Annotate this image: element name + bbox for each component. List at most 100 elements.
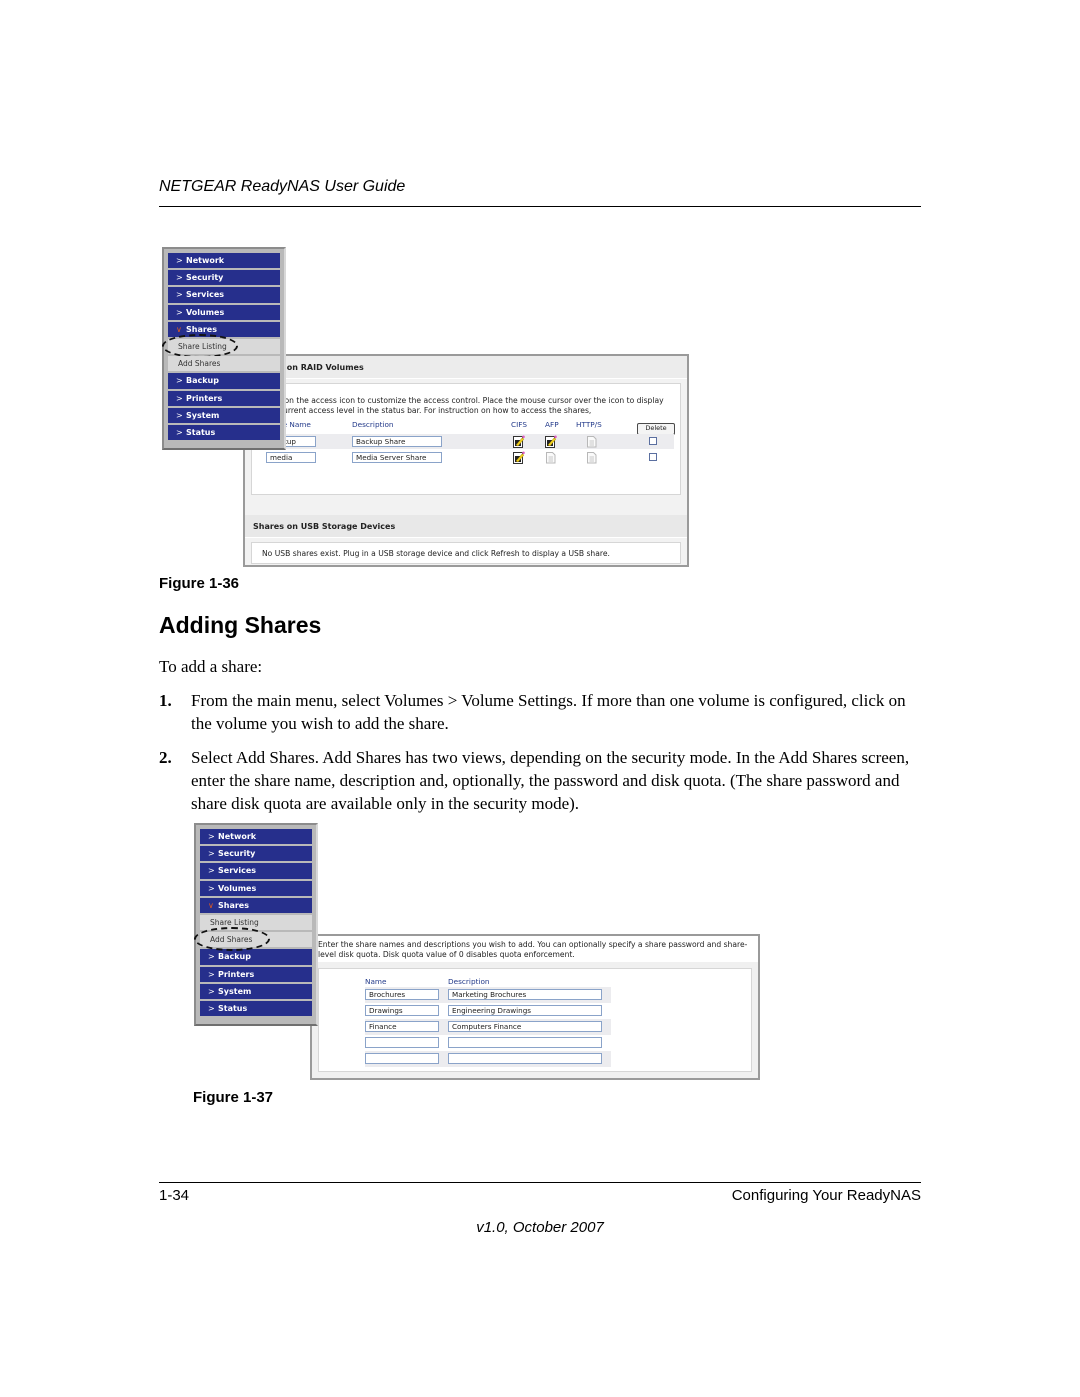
cifs-access-icon[interactable] xyxy=(513,451,525,464)
afp-access-icon[interactable] xyxy=(545,451,557,464)
chevron-right-icon: > xyxy=(176,410,183,420)
share-name-input[interactable]: Brochures xyxy=(365,989,439,1000)
chevron-right-icon: > xyxy=(176,393,183,403)
chevron-right-icon: > xyxy=(176,256,183,266)
table-row: media Media Server Share xyxy=(264,450,674,465)
add-shares-intro: Enter the share names and descriptions y… xyxy=(312,936,758,962)
chevron-right-icon: > xyxy=(176,427,183,437)
nav-item-network[interactable]: > Network xyxy=(200,829,312,845)
chevron-down-icon: ∨ xyxy=(176,324,182,334)
share-description-input[interactable] xyxy=(448,1037,602,1048)
usb-empty-message: No USB shares exist. Plug in a USB stora… xyxy=(251,542,681,564)
share-name-input[interactable]: Finance xyxy=(365,1021,439,1032)
nav-label: Printers xyxy=(186,393,223,403)
section-heading: Adding Shares xyxy=(159,612,322,638)
nav-item-volumes[interactable]: > Volumes xyxy=(200,880,312,896)
col-afp: AFP xyxy=(545,420,559,429)
col-description: Description xyxy=(448,977,490,986)
table-row xyxy=(365,1035,611,1051)
nav-item-status[interactable]: > Status xyxy=(168,424,280,441)
col-https: HTTP/S xyxy=(576,420,602,429)
chevron-right-icon: > xyxy=(208,832,215,842)
nav-item-system[interactable]: > System xyxy=(200,983,312,999)
nav-item-security[interactable]: > Security xyxy=(168,270,280,286)
col-cifs: CIFS xyxy=(511,420,527,429)
raid-intro-text: Click on the access icon to customize th… xyxy=(264,396,664,415)
chevron-right-icon: > xyxy=(208,986,215,996)
nav-label: Backup xyxy=(186,376,219,386)
nav-label: Volumes xyxy=(218,883,257,893)
nav-item-volumes[interactable]: > Volumes xyxy=(168,304,280,320)
nav-label: System xyxy=(186,410,220,420)
nav-item-shares[interactable]: ∨ Shares xyxy=(168,321,280,337)
nav-label: Shares xyxy=(186,324,217,334)
nav-label: Share Listing xyxy=(178,342,227,352)
nav-item-printers[interactable]: > Printers xyxy=(168,390,280,406)
table-row: Finance Computers Finance xyxy=(365,1019,611,1035)
chevron-right-icon: > xyxy=(176,290,183,300)
nav-item-security[interactable]: > Security xyxy=(200,846,312,862)
share-name-input[interactable] xyxy=(365,1053,439,1064)
share-name-input[interactable] xyxy=(365,1037,439,1048)
cifs-access-icon[interactable] xyxy=(513,435,525,448)
step-text: From the main menu, select Volumes > Vol… xyxy=(191,691,906,733)
nav-item-printers[interactable]: > Printers xyxy=(200,966,312,982)
step-number: 1. xyxy=(159,691,172,710)
afp-access-icon[interactable] xyxy=(545,435,557,448)
nav-label: Shares xyxy=(218,900,249,910)
chevron-right-icon: > xyxy=(208,1003,215,1013)
chevron-right-icon: > xyxy=(176,376,183,386)
nav-label: Volumes xyxy=(186,307,225,317)
https-access-icon[interactable] xyxy=(586,435,598,448)
nav-sub-add-shares[interactable]: Add Shares xyxy=(194,927,312,952)
step-2: 2. Select Add Shares. Add Shares has two… xyxy=(159,746,924,815)
nav-item-services[interactable]: > Services xyxy=(200,863,312,879)
https-access-icon[interactable] xyxy=(586,451,598,464)
nav-label: Network xyxy=(186,256,225,266)
nav-item-status[interactable]: > Status xyxy=(200,1000,312,1017)
step-number: 2. xyxy=(159,748,172,767)
share-listing-panel: Shares on RAID Volumes Click on the acce… xyxy=(243,354,689,567)
share-name-field[interactable]: media xyxy=(266,452,316,463)
share-description-input[interactable]: Computers Finance xyxy=(448,1021,602,1032)
raid-shares-box: Click on the access icon to customize th… xyxy=(251,383,681,495)
delete-checkbox[interactable] xyxy=(649,437,657,445)
table-row xyxy=(365,1051,611,1067)
table-row: Drawings Engineering Drawings xyxy=(365,1003,611,1019)
main-nav: > Network > Security > Services > Volumes ∨ S… xyxy=(194,823,318,1026)
chevron-right-icon: > xyxy=(208,969,215,979)
share-description-field[interactable]: Backup Share xyxy=(352,436,442,447)
chevron-right-icon: > xyxy=(208,883,215,893)
share-description-field[interactable]: Media Server Share xyxy=(352,452,442,463)
nav-item-backup[interactable]: > Backup xyxy=(200,949,312,965)
share-description-input[interactable] xyxy=(448,1053,602,1064)
intro-text: To add a share: xyxy=(159,657,263,676)
footer-rule xyxy=(159,1182,921,1183)
add-shares-panel: Enter the share names and descriptions y… xyxy=(310,934,760,1080)
delete-checkbox[interactable] xyxy=(649,453,657,461)
nav-label: Share Listing xyxy=(210,918,259,928)
chevron-right-icon: > xyxy=(208,849,215,859)
add-shares-form: Name Description Brochures Marketing Bro… xyxy=(318,968,752,1072)
nav-label: Security xyxy=(186,273,224,283)
nav-sub-share-listing[interactable]: Share Listing xyxy=(200,914,312,931)
nav-label: Network xyxy=(218,832,257,842)
nav-item-system[interactable]: > System xyxy=(168,407,280,423)
nav-label: Status xyxy=(218,1003,248,1013)
share-description-input[interactable]: Marketing Brochures xyxy=(448,989,602,1000)
chevron-right-icon: > xyxy=(208,952,215,962)
nav-label: Backup xyxy=(218,952,251,962)
nav-sub-share-listing[interactable]: Share Listing xyxy=(162,333,280,358)
nav-sub-add-shares[interactable]: Add Shares xyxy=(168,356,280,372)
chevron-right-icon: > xyxy=(176,273,183,283)
share-name-input[interactable]: Drawings xyxy=(365,1005,439,1016)
nav-item-services[interactable]: > Services xyxy=(168,287,280,303)
nav-item-backup[interactable]: > Backup xyxy=(168,373,280,389)
nav-item-shares[interactable]: ∨ Shares xyxy=(200,897,312,913)
nav-label: Add Shares xyxy=(210,935,253,945)
figure-caption-37: Figure 1-37 xyxy=(193,1089,274,1106)
nav-item-network[interactable]: > Network xyxy=(168,253,280,269)
raid-section-title: Shares on RAID Volumes xyxy=(245,356,687,379)
chapter-title: Configuring Your ReadyNAS xyxy=(731,1187,921,1204)
share-description-input[interactable]: Engineering Drawings xyxy=(448,1005,602,1016)
